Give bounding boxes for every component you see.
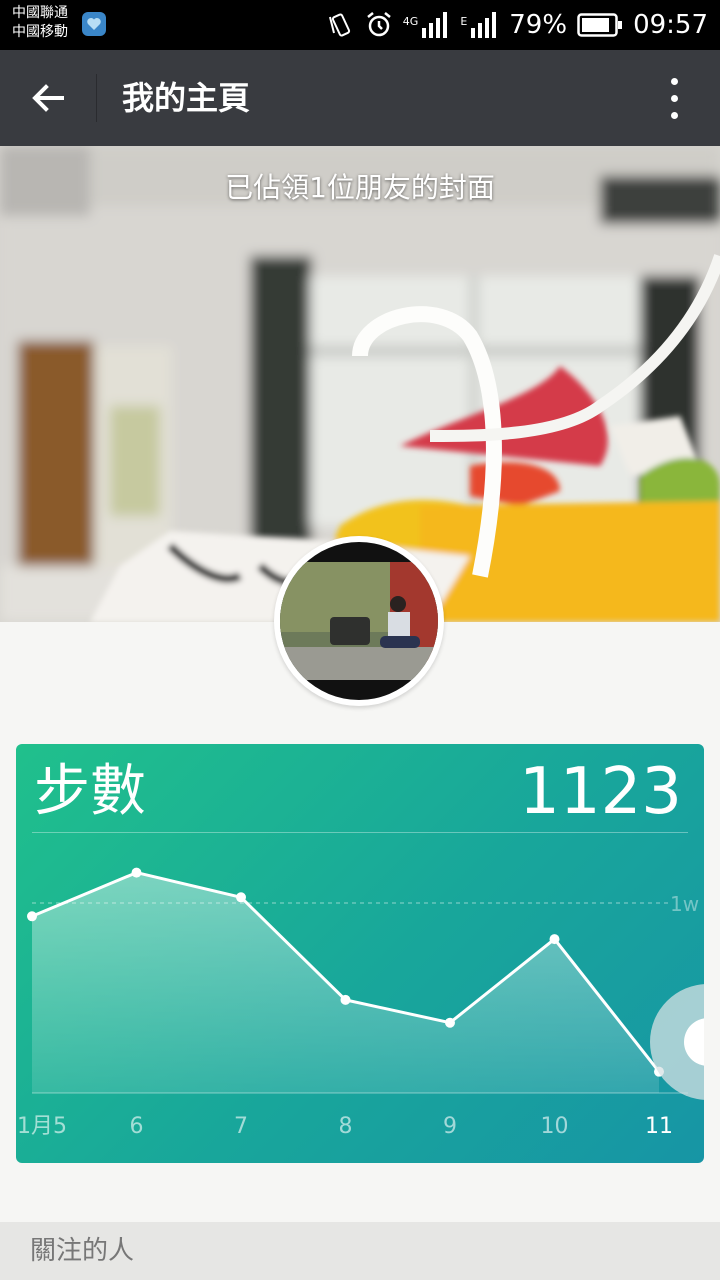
more-dot-icon <box>670 111 678 119</box>
x-tick-label: 6 <box>130 1114 144 1139</box>
data-point <box>27 911 37 922</box>
battery-percent: 79% <box>509 10 568 40</box>
page-title: 我的主頁 <box>122 79 251 117</box>
appbar-divider <box>96 74 97 122</box>
data-point <box>445 1017 455 1028</box>
x-tick-label: 7 <box>234 1114 248 1139</box>
x-tick-label: 11 <box>645 1114 673 1139</box>
alarm-icon <box>367 12 391 37</box>
status-indicators: 4G E 79% 09:57 <box>327 0 708 50</box>
signal-4g: 4G <box>403 12 451 38</box>
cover-caption: 已佔領1位朋友的封面 <box>225 171 495 204</box>
net-e-label: E <box>460 15 468 28</box>
steps-area <box>32 872 659 1093</box>
x-tick-label: 8 <box>339 1114 353 1139</box>
reference-label: 1w <box>670 892 699 916</box>
signal-e: E <box>460 12 499 38</box>
health-app-icon <box>82 12 106 36</box>
more-options-button[interactable] <box>662 74 686 122</box>
battery-icon <box>577 13 623 37</box>
carrier-names: 中國聯通 中國移動 <box>12 4 68 42</box>
carrier-2: 中國移動 <box>12 24 68 40</box>
carrier-1: 中國聯通 <box>12 5 68 21</box>
signal-bars-1-icon <box>422 12 448 38</box>
signal-bars-2-icon <box>471 12 497 38</box>
avatar[interactable] <box>274 536 444 706</box>
back-button[interactable] <box>24 74 72 122</box>
data-point <box>236 892 246 903</box>
net-4g-label: 4G <box>402 15 419 28</box>
data-point <box>340 994 351 1005</box>
more-dot-icon <box>670 94 678 102</box>
x-tick-label: 1月5 <box>17 1114 67 1139</box>
x-tick-label: 9 <box>443 1114 457 1139</box>
more-dot-icon <box>670 77 678 85</box>
following-section[interactable]: 關注的人 <box>0 1222 720 1280</box>
following-label: 關注的人 <box>30 1236 135 1266</box>
data-point <box>131 867 142 878</box>
arrow-left-icon <box>32 84 64 112</box>
clock: 09:57 <box>633 10 708 40</box>
app-bar: 我的主頁 <box>0 50 720 146</box>
steps-card[interactable]: 步數 1123 1w 1月5 6 7 8 9 10 11 <box>16 744 704 1163</box>
vibrate-icon <box>328 13 350 37</box>
data-point <box>549 934 560 945</box>
x-tick-label: 10 <box>541 1114 569 1139</box>
avatar-photo <box>280 542 438 700</box>
steps-chart: 1w 1月5 6 7 8 9 10 11 <box>17 867 699 1139</box>
status-bar: 中國聯通 中國移動 4G E 79% 09:57 <box>0 0 720 50</box>
